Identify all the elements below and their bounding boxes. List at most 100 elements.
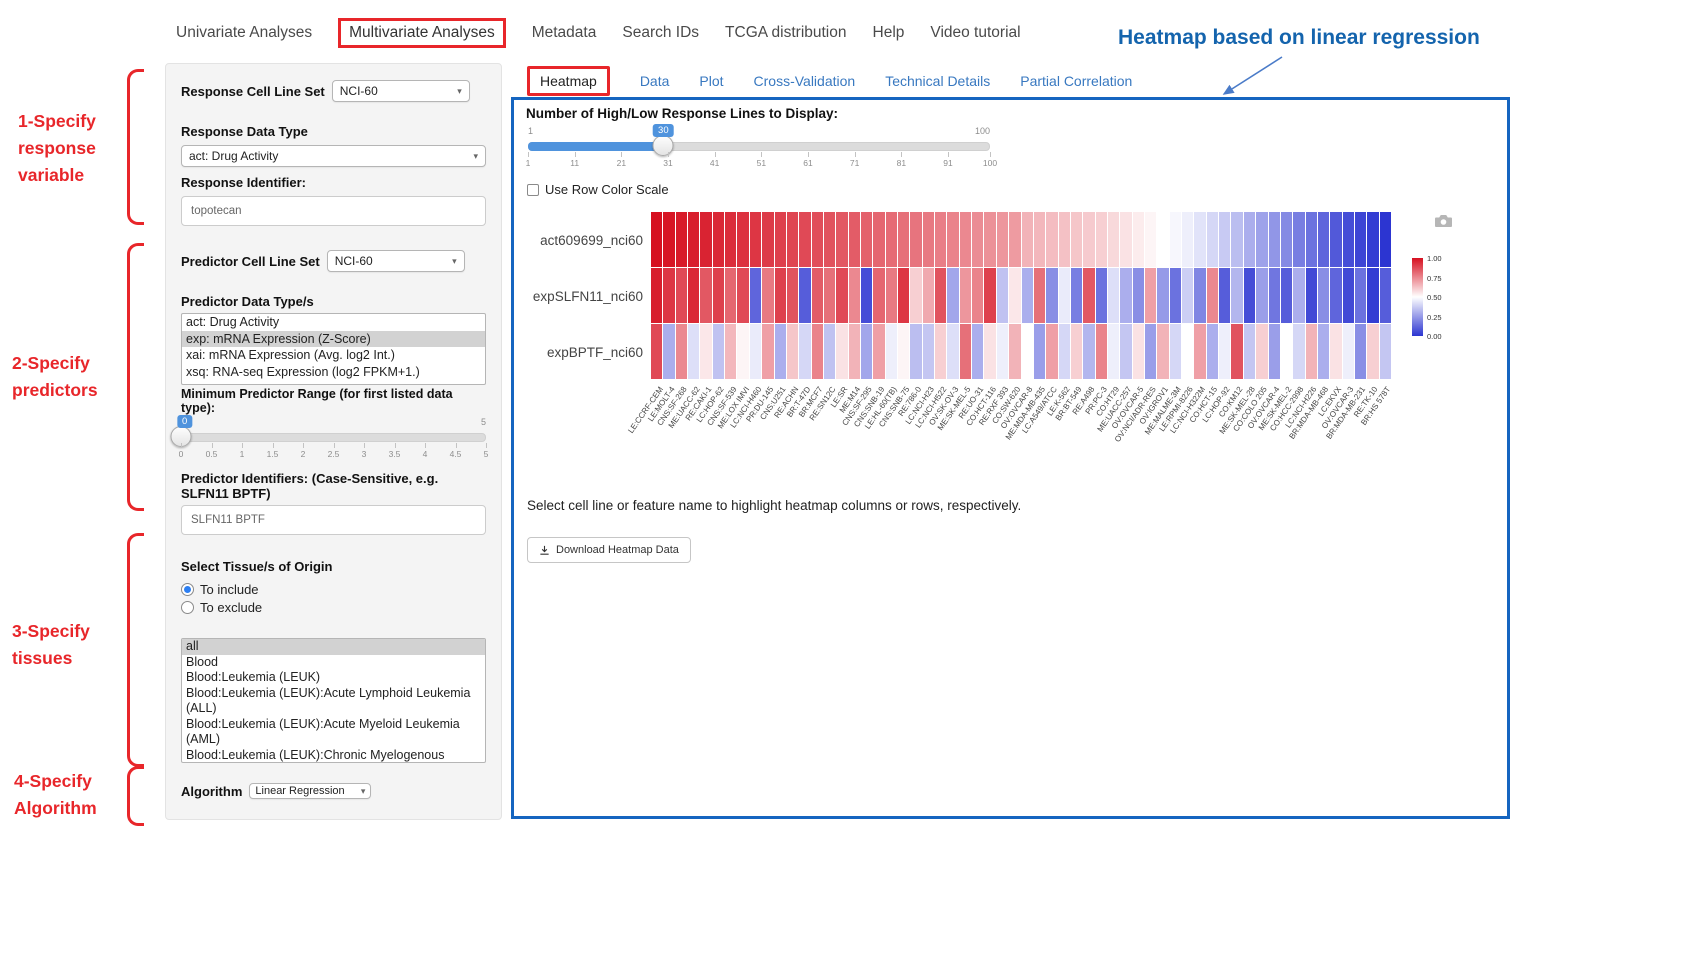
heatmap-cell bbox=[898, 212, 909, 267]
tab-cross-validation[interactable]: Cross-Validation bbox=[754, 73, 856, 89]
list-option[interactable]: Blood:Leukemia (LEUK):Acute Myeloid Leuk… bbox=[182, 717, 485, 748]
slider-handle[interactable] bbox=[653, 135, 674, 156]
colorbar-tick-label: 0.75 bbox=[1427, 274, 1442, 283]
row-color-scale-option[interactable]: Use Row Color Scale bbox=[527, 182, 669, 197]
heatmap-cell bbox=[923, 268, 934, 323]
heatmap-cell bbox=[1231, 268, 1242, 323]
heatmap-row-label[interactable]: act609699_nci60 bbox=[514, 212, 647, 268]
heatmap-cell bbox=[1071, 212, 1082, 267]
heatmap-cell bbox=[1318, 212, 1329, 267]
colorbar-tick-label: 0.00 bbox=[1427, 332, 1442, 341]
heatmap-cell bbox=[1059, 324, 1070, 379]
slider-tick-mark bbox=[808, 152, 809, 157]
annotation-heading: Heatmap based on linear regression bbox=[1118, 26, 1480, 50]
list-option[interactable]: xai: mRNA Expression (Avg. log2 Int.) bbox=[182, 347, 485, 364]
lines-slider[interactable]: 1100301112131415161718191100 bbox=[528, 124, 990, 176]
algorithm-select[interactable]: Linear Regression ▾ bbox=[249, 783, 371, 799]
heatmap-cell bbox=[849, 268, 860, 323]
algorithm-label: Algorithm bbox=[181, 784, 242, 799]
heatmap-cell bbox=[1207, 324, 1218, 379]
nav-item-search-ids[interactable]: Search IDs bbox=[622, 24, 699, 42]
heatmap-cell bbox=[713, 324, 724, 379]
slider-tick-mark bbox=[242, 443, 243, 448]
list-option[interactable]: xsq: RNA-seq Expression (log2 FPKM+1.) bbox=[182, 364, 485, 381]
radio-unselected-icon bbox=[181, 601, 194, 614]
list-option[interactable]: Blood:Leukemia (LEUK):Acute Lymphoid Leu… bbox=[182, 686, 485, 717]
heatmap-cell bbox=[873, 268, 884, 323]
heatmap-row-label[interactable]: expSLFN11_nci60 bbox=[514, 268, 647, 324]
slider-tick-mark bbox=[528, 152, 529, 157]
response-identifier-input[interactable]: topotecan bbox=[181, 196, 486, 226]
slider-tick-label: 4.5 bbox=[450, 449, 462, 459]
nav-item-help[interactable]: Help bbox=[873, 24, 905, 42]
heatmap-row-label[interactable]: expBPTF_nci60 bbox=[514, 324, 647, 380]
nav-item-univariate-analyses[interactable]: Univariate Analyses bbox=[176, 24, 312, 42]
tab-bar: Heatmap Data Plot Cross-Validation Technical… bbox=[527, 66, 1132, 96]
slider-tick-label: 3.5 bbox=[389, 449, 401, 459]
nav-item-video-tutorial[interactable]: Video tutorial bbox=[930, 24, 1020, 42]
slider-tick-label: 3 bbox=[362, 449, 367, 459]
heatmap-cell bbox=[1244, 268, 1255, 323]
response-cell-line-set-label: Response Cell Line Set bbox=[181, 84, 325, 99]
heatmap-cell bbox=[1293, 212, 1304, 267]
heatmap-cell bbox=[663, 268, 674, 323]
tab-heatmap[interactable]: Heatmap bbox=[527, 66, 610, 96]
response-data-type-select[interactable]: act: Drug Activity ▾ bbox=[181, 145, 486, 167]
heatmap-cell bbox=[1157, 212, 1168, 267]
heatmap-grid bbox=[651, 212, 1391, 379]
tissue-include-radio[interactable]: To include bbox=[181, 580, 486, 598]
min-predictor-range-label: Minimum Predictor Range (for first liste… bbox=[181, 387, 486, 415]
camera-icon[interactable] bbox=[1434, 214, 1453, 228]
heatmap-cell bbox=[960, 268, 971, 323]
list-option[interactable]: Blood:Leukemia (LEUK) bbox=[182, 670, 485, 686]
heatmap-cell bbox=[935, 324, 946, 379]
min-predictor-range-slider[interactable]: 5000.511.522.533.544.55 bbox=[181, 415, 486, 467]
heatmap-cell bbox=[1046, 324, 1057, 379]
heatmap-cell bbox=[1318, 324, 1329, 379]
list-option[interactable]: Blood bbox=[182, 655, 485, 671]
nav-item-tcga-distribution[interactable]: TCGA distribution bbox=[725, 24, 846, 42]
tab-partial-correlation[interactable]: Partial Correlation bbox=[1020, 73, 1132, 89]
heatmap-cell bbox=[824, 324, 835, 379]
tissue-include-label: To include bbox=[200, 582, 259, 597]
list-option[interactable]: all bbox=[182, 639, 485, 655]
heatmap-cell bbox=[725, 268, 736, 323]
response-identifier-label: Response Identifier: bbox=[181, 175, 486, 190]
heatmap-cell bbox=[1355, 212, 1366, 267]
tissue-exclude-radio[interactable]: To exclude bbox=[181, 598, 486, 616]
tab-plot[interactable]: Plot bbox=[699, 73, 723, 89]
slider-track[interactable] bbox=[181, 433, 486, 442]
row-color-scale-checkbox[interactable] bbox=[527, 184, 539, 196]
heatmap-cell bbox=[1133, 268, 1144, 323]
nav-item-metadata[interactable]: Metadata bbox=[532, 24, 597, 42]
heatmap-cell bbox=[1306, 212, 1317, 267]
nav-item-multivariate-analyses[interactable]: Multivariate Analyses bbox=[338, 18, 506, 48]
annotation-bracket-4 bbox=[127, 766, 144, 826]
slider-tick-label: 91 bbox=[943, 158, 952, 168]
list-option[interactable]: Blood:Leukemia (LEUK):Chronic Myelogenou… bbox=[182, 748, 485, 764]
heatmap-cell bbox=[910, 268, 921, 323]
download-heatmap-button[interactable]: Download Heatmap Data bbox=[527, 537, 691, 563]
heatmap-cell bbox=[861, 268, 872, 323]
predictor-identifiers-value: SLFN11 BPTF bbox=[191, 514, 265, 526]
response-data-type-value: act: Drug Activity bbox=[189, 149, 278, 163]
predictor-cell-line-set-select[interactable]: NCI-60 ▾ bbox=[327, 250, 465, 272]
heatmap-cell bbox=[1330, 212, 1341, 267]
tab-data[interactable]: Data bbox=[640, 73, 670, 89]
predictor-data-types-listbox: act: Drug Activityexp: mRNA Expression (… bbox=[181, 313, 486, 385]
heatmap-cell bbox=[1182, 268, 1193, 323]
heatmap-cell bbox=[1182, 212, 1193, 267]
predictor-identifiers-label: Predictor Identifiers: (Case-Sensitive, … bbox=[181, 471, 486, 501]
heatmap-cell bbox=[762, 324, 773, 379]
predictor-identifiers-input[interactable]: SLFN11 BPTF bbox=[181, 505, 486, 535]
heatmap-cell bbox=[1281, 212, 1292, 267]
heatmap-cell bbox=[1034, 268, 1045, 323]
tab-technical-details[interactable]: Technical Details bbox=[885, 73, 990, 89]
list-option[interactable]: exp: mRNA Expression (Z-Score) bbox=[182, 331, 485, 348]
response-cell-line-set-select[interactable]: NCI-60 ▾ bbox=[332, 80, 470, 102]
heatmap-cell bbox=[947, 268, 958, 323]
heatmap-cell bbox=[861, 324, 872, 379]
heatmap-cell bbox=[1256, 324, 1267, 379]
slider-max-label: 5 bbox=[481, 417, 486, 427]
list-option[interactable]: act: Drug Activity bbox=[182, 314, 485, 331]
